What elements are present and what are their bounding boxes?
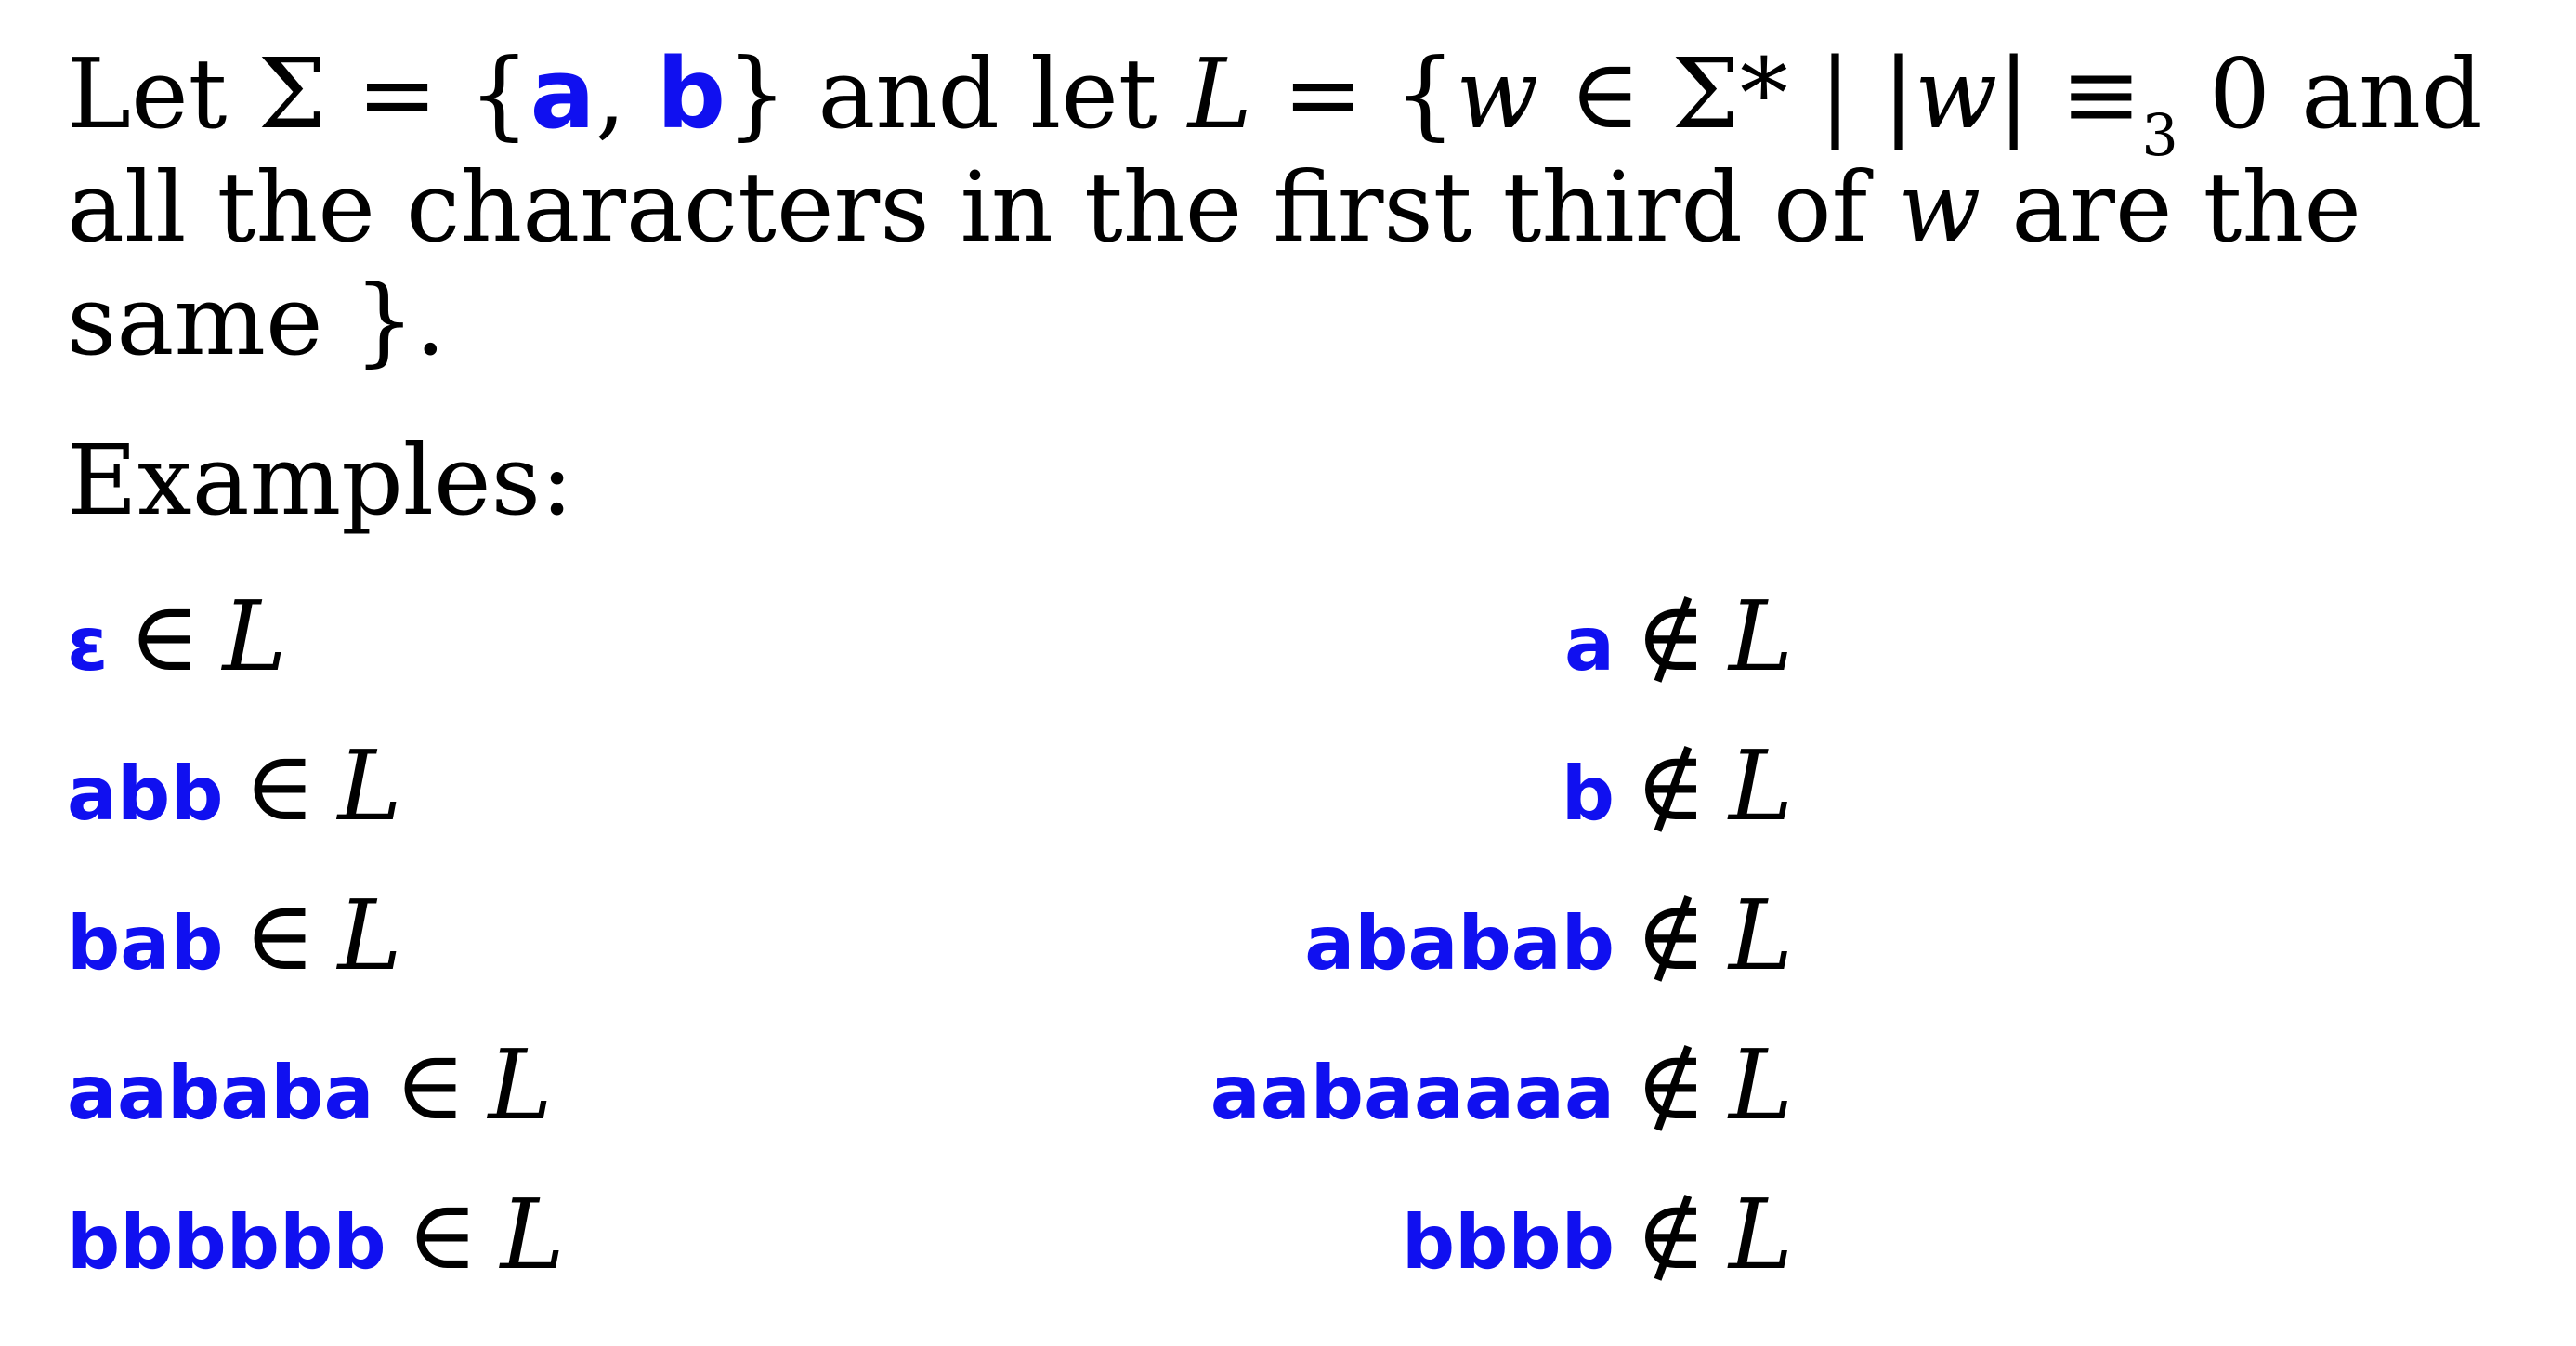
not-element-of-symbol: ∉ — [1634, 1178, 1706, 1291]
language-variable: L — [1187, 37, 1252, 150]
member-examples: ε ∈ L abb ∈ L bab ∈ L aababa ∈ L bbbbbb ∈ L — [67, 576, 565, 1324]
member-example: ε ∈ L — [67, 576, 565, 725]
definition-line-2: all the characters in the first third of… — [67, 150, 2445, 264]
element-of-symbol: ∈ — [128, 580, 201, 693]
example-word: a — [1563, 601, 1615, 687]
language-variable: L — [488, 1028, 553, 1142]
definition-text: , — [595, 37, 657, 150]
language-variable: L — [500, 1178, 565, 1291]
member-example: abb ∈ L — [67, 725, 565, 875]
nonmember-examples: a ∉ L b ∉ L ababab ∉ L aabaaaaa ∉ L bbbb ∉ L — [1210, 576, 1793, 1324]
alphabet-symbol-a: a — [530, 37, 595, 150]
nonmember-example: bbbb ∉ L — [1210, 1174, 1793, 1324]
element-of-symbol: ∈ — [406, 1178, 478, 1291]
example-word: b — [1561, 751, 1615, 837]
element-of-symbol: ∈ — [243, 879, 316, 992]
definition-text: = { — [1251, 37, 1457, 150]
nonmember-example: ababab ∉ L — [1210, 875, 1793, 1025]
language-definition: Let Σ = {a, b} and let L = {w ∈ Σ* | |w|… — [67, 37, 2483, 377]
definition-line-1: Let Σ = {a, b} and let L = {w ∈ Σ* | |w|… — [67, 37, 2483, 169]
example-word: ababab — [1304, 900, 1615, 987]
definition-line-3: same }. — [67, 264, 2445, 377]
definition-text: } and let — [726, 37, 1188, 150]
not-element-of-symbol: ∉ — [1634, 580, 1706, 693]
member-example: bbbbbb ∈ L — [67, 1174, 565, 1324]
example-word: aabaaaaa — [1210, 1050, 1615, 1136]
example-word: abb — [67, 751, 224, 837]
word-variable: w — [1456, 37, 1539, 150]
not-element-of-symbol: ∉ — [1634, 879, 1706, 992]
not-element-of-symbol: ∉ — [1634, 729, 1706, 843]
member-example: aababa ∈ L — [67, 1025, 565, 1174]
definition-text: ∈ Σ* | | — [1538, 37, 1916, 150]
not-element-of-symbol: ∉ — [1634, 1028, 1706, 1142]
member-example: bab ∈ L — [67, 875, 565, 1025]
definition-text: same }. — [67, 264, 446, 377]
word-variable: w — [1915, 37, 1998, 150]
element-of-symbol: ∈ — [243, 729, 316, 843]
nonmember-example: aabaaaaa ∉ L — [1210, 1025, 1793, 1174]
definition-text: = { — [326, 37, 530, 150]
language-variable: L — [1728, 1178, 1793, 1291]
language-variable: L — [1728, 580, 1793, 693]
element-of-symbol: ∈ — [394, 1028, 466, 1142]
definition-text: all the characters in the first third of — [67, 150, 1899, 264]
example-word: bab — [67, 900, 224, 987]
language-variable: L — [337, 879, 402, 992]
example-word: bbbbbb — [67, 1199, 386, 1286]
example-word: bbbb — [1401, 1199, 1615, 1286]
nonmember-example: b ∉ L — [1210, 725, 1793, 875]
definition-text: | ≡ — [1997, 37, 2142, 150]
alphabet-symbol-b: b — [656, 37, 726, 150]
definition-text: 0 and — [2177, 37, 2483, 150]
definition-text: Let — [67, 37, 258, 150]
language-variable: L — [1728, 879, 1793, 992]
modulus-subscript: 3 — [2141, 101, 2178, 169]
example-word: aababa — [67, 1050, 374, 1136]
language-variable: L — [337, 729, 402, 843]
example-word: ε — [67, 601, 109, 687]
language-variable: L — [222, 580, 287, 693]
word-variable: w — [1898, 150, 1981, 264]
examples-heading: Examples: — [67, 424, 573, 537]
language-variable: L — [1728, 729, 1793, 843]
language-variable: L — [1728, 1028, 1793, 1142]
sigma-symbol: Σ — [257, 37, 326, 150]
nonmember-example: a ∉ L — [1210, 576, 1793, 725]
